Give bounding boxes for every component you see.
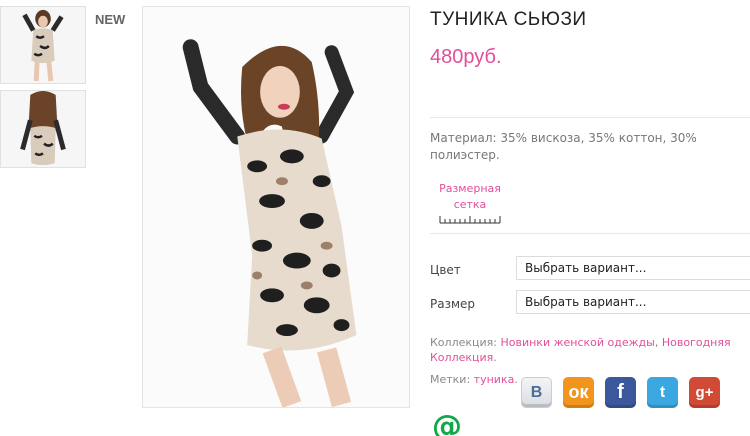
size-select[interactable]: Выбрать вариант... bbox=[516, 290, 750, 314]
thumbnail-front-image bbox=[1, 7, 85, 83]
collection-label: Коллекция: bbox=[430, 336, 497, 349]
thumbnail-back[interactable] bbox=[0, 90, 86, 168]
color-select[interactable]: Выбрать вариант... bbox=[516, 256, 750, 280]
size-chart-link[interactable]: Размерная сетка bbox=[437, 181, 503, 224]
collection-separator: , bbox=[654, 336, 659, 349]
facebook-icon: f bbox=[617, 381, 624, 403]
product-material: Материал: 35% вискоза, 35% коттон, 30% п… bbox=[430, 131, 697, 162]
product-main-image[interactable] bbox=[142, 6, 410, 408]
thumbnail-back-image bbox=[1, 91, 85, 167]
googleplus-share-button[interactable]: g+ bbox=[689, 377, 720, 408]
googleplus-icon: g+ bbox=[695, 384, 714, 401]
vk-share-button[interactable]: B bbox=[521, 377, 552, 408]
divider bbox=[430, 117, 750, 118]
odnoklassniki-icon: ок bbox=[568, 382, 589, 402]
facebook-share-button[interactable]: f bbox=[605, 377, 636, 408]
collection-link-new-women[interactable]: Новинки женской одежды bbox=[500, 336, 654, 349]
ruler-icon bbox=[439, 216, 501, 224]
tags-label: Метки: bbox=[430, 373, 471, 386]
new-badge: NEW bbox=[95, 12, 126, 27]
twitter-icon: t bbox=[659, 383, 666, 401]
vk-icon: B bbox=[530, 383, 543, 401]
product-photo bbox=[143, 7, 409, 407]
thumbnail-front[interactable] bbox=[0, 6, 86, 84]
tag-link-tunic[interactable]: туника bbox=[474, 373, 515, 386]
product-price: 480руб. bbox=[430, 46, 502, 68]
mail-share-button[interactable]: @ bbox=[432, 412, 464, 436]
collection-end: . bbox=[493, 351, 497, 364]
mail-icon: @ bbox=[432, 409, 462, 436]
size-chart-label: Размерная сетка bbox=[439, 182, 501, 211]
thumbnail-gallery bbox=[0, 6, 88, 174]
product-title: ТУНИКА СЬЮЗИ bbox=[430, 9, 587, 30]
collection-info: Коллекция: Новинки женской одежды, Новог… bbox=[430, 335, 745, 365]
tags-info: Метки: туника. bbox=[430, 373, 518, 386]
odnoklassniki-share-button[interactable]: ок bbox=[563, 377, 594, 408]
color-label: Цвет bbox=[430, 263, 461, 277]
divider bbox=[430, 233, 750, 234]
size-label: Размер bbox=[430, 297, 476, 311]
twitter-share-button[interactable]: t bbox=[647, 377, 678, 408]
tags-end: . bbox=[514, 373, 518, 386]
